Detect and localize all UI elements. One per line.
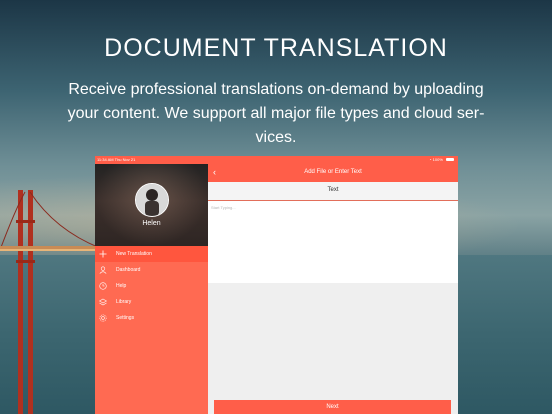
nav-bar: ‹ Add File or Enter Text (208, 164, 458, 182)
sidebar-item-dashboard[interactable]: Dashboard (95, 262, 208, 278)
sidebar-item-library[interactable]: Library (95, 294, 208, 310)
nav-title: Add File or Enter Text (304, 169, 362, 175)
app-screen: 11:34 AM Thu Nov 21 ◔ 100% Helen New Tra… (95, 156, 458, 414)
status-bar: 11:34 AM Thu Nov 21 ◔ 100% (95, 156, 458, 164)
golden-gate-bridge-illustration (0, 190, 100, 414)
sidebar-menu: New Translation Dashboard Help Library S… (95, 246, 208, 326)
wifi-icon: ◔ (429, 157, 432, 162)
username: Helen (142, 220, 161, 227)
gear-icon (99, 314, 107, 322)
avatar-image (136, 184, 168, 216)
hero-title: DOCUMENT TRANSLATION (104, 34, 448, 62)
sidebar-item-help[interactable]: Help (95, 278, 208, 294)
sidebar-item-settings[interactable]: Settings (95, 310, 208, 326)
text-input-placeholder: Start Typing... (211, 205, 236, 210)
sidebar-item-new-translation[interactable]: New Translation (95, 246, 208, 262)
plus-icon (99, 250, 107, 258)
sidebar-item-label: Dashboard (116, 267, 141, 273)
clock-icon (99, 282, 107, 290)
person-icon (99, 266, 107, 274)
status-right: ◔ 100% (429, 156, 454, 164)
sidebar-item-label: New Translation (116, 251, 152, 257)
hero-subtitle: Receive professional translations on-dem… (67, 81, 485, 146)
sidebar: Helen New Translation Dashboard Help Lib… (95, 164, 208, 414)
battery-icon (446, 158, 454, 162)
battery-text: 100% (432, 157, 443, 162)
tab-text-label: Text (327, 187, 339, 193)
sidebar-item-label: Library (116, 299, 132, 305)
profile-header: Helen (95, 164, 208, 246)
tab-text[interactable]: Text (208, 182, 458, 201)
sidebar-item-label: Settings (116, 315, 135, 321)
sidebar-item-label: Help (116, 283, 127, 289)
status-time: 11:34 AM Thu Nov 21 (97, 157, 136, 162)
next-button[interactable]: Next (214, 400, 451, 414)
layers-icon (99, 298, 107, 306)
text-input[interactable]: Start Typing... (208, 201, 458, 283)
avatar[interactable] (135, 183, 169, 217)
